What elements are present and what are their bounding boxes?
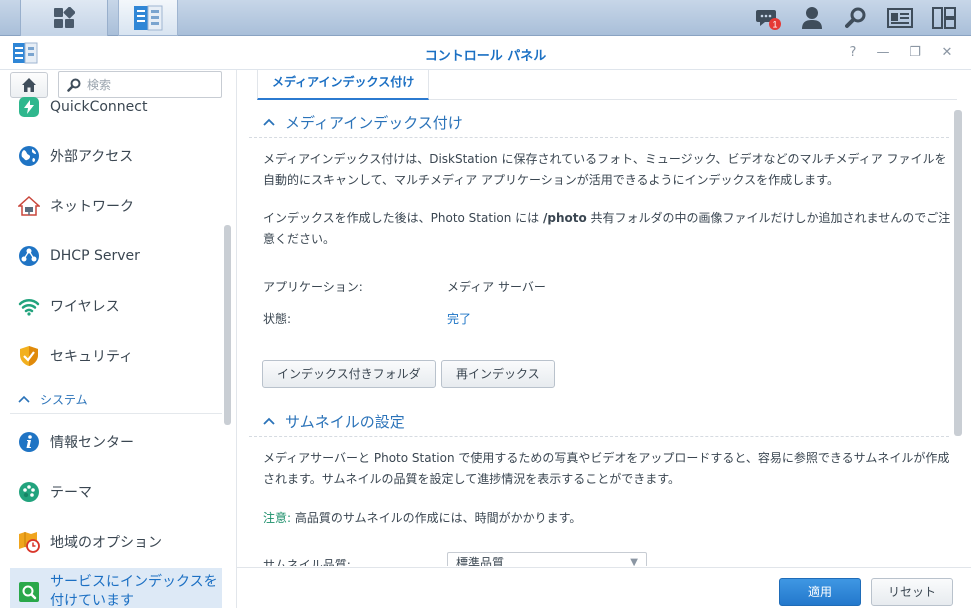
main-panel: メディアインデックス付け メディアインデックス付け メディアインデックス付けは、… [237, 70, 971, 608]
widgets-button[interactable] [880, 0, 920, 36]
thumbnail-quality-label: サムネイル品質: [263, 558, 351, 566]
status-value[interactable]: 完了 [447, 310, 471, 327]
quickconnect-icon [19, 97, 39, 117]
sidebar-item-label: セキュリティ [50, 349, 134, 365]
info-icon [19, 432, 39, 452]
sidebar-item-dhcp-server[interactable]: DHCP Server [10, 234, 222, 278]
sidebar-item-label: DHCP Server [50, 248, 140, 264]
notifications-button[interactable]: 1 [748, 0, 788, 36]
application-label: アプリケーション: [263, 280, 363, 294]
desktop-layout-button[interactable] [924, 0, 964, 36]
sidebar-group-system[interactable]: システム [10, 386, 222, 414]
dhcp-icon [19, 246, 39, 266]
sidebar-item-label: サービスにインデックスを 付けています [50, 573, 218, 608]
sidebar-item-indexing-service[interactable]: サービスにインデックスを 付けています [10, 568, 222, 608]
section-header-media-indexing[interactable]: メディアインデックス付け [249, 108, 949, 138]
minimize-icon[interactable]: — [874, 44, 892, 62]
search-button[interactable] [836, 0, 876, 36]
description-line: されます。サムネイルの品質を設定して進捗情況を表示することができます。 [263, 472, 681, 486]
media-indexing-description: メディアインデックス付けは、DiskStation に保存されているフォト、ミュ… [263, 149, 953, 191]
sidebar-group-label: システム [40, 393, 88, 407]
tab-media-indexing[interactable]: メディアインデックス付け [257, 70, 430, 100]
note-line: 意ください。 [263, 232, 336, 246]
wifi-icon [18, 299, 40, 316]
tab-bar: メディアインデックス付け [257, 70, 957, 100]
sidebar-item-theme[interactable]: テーマ [10, 470, 222, 514]
chevron-up-icon [263, 118, 275, 126]
section-title: サムネイルの設定 [285, 413, 405, 431]
chevron-up-icon [263, 417, 275, 425]
sidebar-item-security[interactable]: セキュリティ [10, 334, 222, 378]
sidebar: QuickConnect 外部アクセス ネットワーク DHCP Server [0, 70, 237, 608]
apply-button[interactable]: 適用 [779, 578, 861, 606]
content-area: メディアインデックス付け メディアインデックス付けは、DiskStation に… [249, 104, 955, 566]
sidebar-item-network[interactable]: ネットワーク [10, 184, 222, 228]
palette-icon [19, 482, 39, 502]
sidebar-item-label-line1: サービスにインデックスを [50, 574, 218, 590]
sidebar-item-regional-options[interactable]: 地域のオプション [10, 520, 222, 564]
sidebar-item-label: QuickConnect [50, 99, 148, 115]
photo-folder-name: /photo [542, 211, 587, 225]
main-menu-icon [54, 7, 75, 28]
region-clock-icon [19, 532, 40, 553]
note-label: 注意: [263, 511, 292, 525]
sidebar-item-label: ネットワーク [50, 199, 134, 215]
globe-icon [19, 146, 39, 166]
control-panel-taskbar-button[interactable] [118, 0, 178, 36]
sidebar-item-label-line2: 付けています [50, 593, 134, 608]
widgets-icon [887, 8, 913, 28]
desktop-layout-icon [932, 7, 956, 29]
section-title: メディアインデックス付け [285, 114, 463, 132]
application-value: メディア サーバー [447, 280, 546, 294]
sidebar-item-external-access[interactable]: 外部アクセス [10, 134, 222, 178]
sidebar-item-wireless[interactable]: ワイヤレス [10, 284, 222, 328]
restore-icon[interactable]: ❐ [906, 44, 924, 62]
main-menu-button[interactable] [20, 0, 108, 36]
indexing-search-icon [19, 582, 39, 602]
user-button[interactable] [792, 0, 832, 36]
window-titlebar: コントロール パネル ? — ❐ ✕ [0, 36, 971, 70]
sidebar-scrollbar[interactable] [224, 225, 231, 425]
network-house-icon [18, 195, 40, 216]
thumbnail-note: 注意: 高品質のサムネイルの作成には、時間がかかります。 [263, 508, 953, 529]
note-text: 高品質のサムネイルの作成には、時間がかかります。 [291, 511, 582, 525]
reset-button[interactable]: リセット [871, 578, 953, 606]
status-label: 状態: [263, 312, 292, 326]
note-line: インデックスを作成した後は、Photo Station には /photo 共有… [263, 208, 953, 229]
sidebar-item-info-center[interactable]: 情報センター [10, 420, 222, 464]
section-header-thumbnail-settings[interactable]: サムネイルの設定 [249, 407, 949, 437]
sidebar-item-label: 外部アクセス [50, 149, 134, 165]
taskbar: 1 [0, 0, 971, 36]
notifications-icon: 1 [756, 10, 781, 30]
window-title: コントロール パネル [424, 49, 547, 64]
notification-count: 1 [772, 20, 777, 30]
reindex-button[interactable]: 再インデックス [441, 360, 555, 388]
sidebar-item-label: ワイヤレス [50, 299, 120, 315]
selected-quality: 標準品質 [456, 556, 505, 566]
photo-station-note: インデックスを作成した後は、Photo Station には /photo 共有… [263, 208, 953, 250]
sidebar-item-quickconnect[interactable]: QuickConnect [10, 85, 222, 129]
close-icon[interactable]: ✕ [938, 44, 956, 62]
thumbnail-quality-select[interactable]: 標準品質 ▼ [447, 552, 647, 566]
sidebar-item-label: 情報センター [50, 435, 134, 451]
chevron-up-icon [18, 395, 30, 403]
footer-bar: 適用 リセット [237, 567, 971, 608]
thumbnail-description: メディアサーバーと Photo Station で使用するための写真やビデオをア… [263, 448, 953, 490]
user-icon [802, 7, 822, 29]
search-icon [845, 7, 866, 28]
chevron-down-icon: ▼ [630, 557, 638, 566]
help-icon[interactable]: ? [844, 44, 862, 62]
sidebar-item-label: 地域のオプション [50, 535, 162, 551]
description-line: メディアインデックス付けは、DiskStation に保存されているフォト、ミュ… [263, 152, 947, 166]
sidebar-item-label: テーマ [50, 485, 92, 501]
note-text: インデックスを作成した後は、Photo Station には [263, 211, 543, 225]
shield-icon [20, 346, 38, 366]
control-panel-app-icon [134, 5, 163, 30]
indexed-folder-button[interactable]: インデックス付きフォルダ [262, 360, 436, 388]
description-line: メディアサーバーと Photo Station で使用するための写真やビデオをア… [263, 451, 950, 465]
note-text: 共有フォルダの中の画像ファイルだけしか追加されませんのでご注 [586, 211, 951, 225]
main-scrollbar[interactable] [954, 110, 962, 436]
description-line: 自動的にスキャンして、マルチメディア アプリケーションが活用できるようにインデッ… [263, 173, 839, 187]
